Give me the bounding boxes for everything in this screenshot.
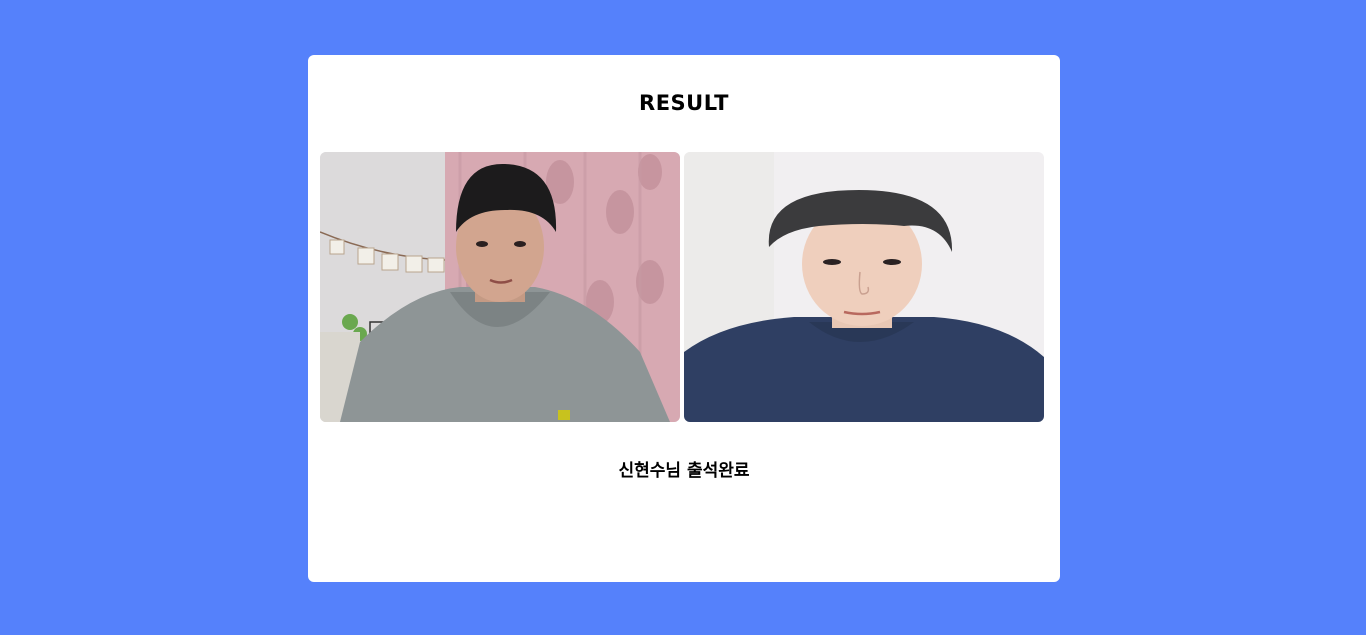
result-title: RESULT: [639, 91, 729, 115]
photo-comparison: [320, 152, 1044, 422]
captured-photo: [320, 152, 680, 422]
result-card: RESULT 신현수님 출석완료: [308, 55, 1060, 582]
attendance-message: 신현수님 출석완료: [618, 461, 750, 481]
reference-photo: [684, 152, 1044, 422]
